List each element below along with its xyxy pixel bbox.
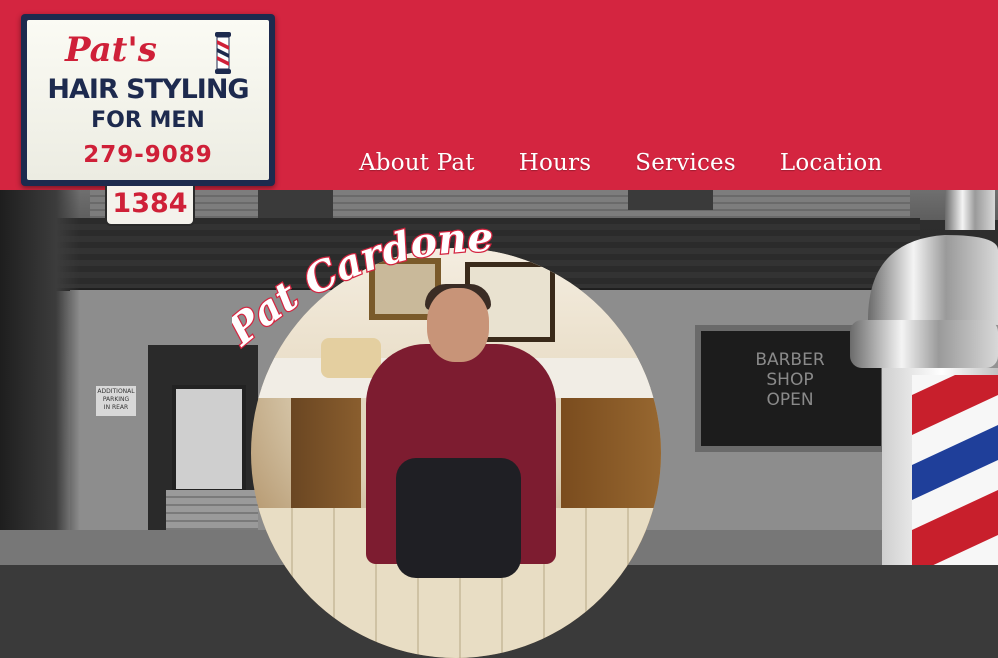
- sign-line-for-men: FOR MEN: [91, 108, 205, 133]
- parking-sign-line: IN REAR: [103, 404, 129, 411]
- parking-sign-line: ADDITIONAL: [97, 388, 135, 395]
- shop-window-text: BARBER SHOP OPEN: [730, 350, 850, 410]
- window-text-line: SHOP: [766, 370, 814, 390]
- person-pants: [396, 458, 521, 578]
- site-logo-sign[interactable]: Pat's HAIR STYLING FOR MEN 279-9089: [21, 14, 275, 186]
- upper-siding: [90, 190, 910, 218]
- upper-window: [628, 190, 713, 210]
- door-window: [172, 385, 246, 493]
- main-nav: About Pat Hours Services Location: [359, 150, 882, 176]
- parking-sign-line: PARKING: [102, 396, 130, 403]
- barber-pole-image: [850, 190, 998, 565]
- svg-text:Pat Cardone: Pat Cardone: [232, 222, 493, 355]
- upper-window: [258, 190, 333, 220]
- parking-sign: ADDITIONAL PARKING IN REAR: [96, 386, 136, 416]
- address-number-plate: 1384: [105, 186, 195, 226]
- nav-location[interactable]: Location: [780, 150, 883, 176]
- caption-text: Pat Cardone: [232, 222, 495, 356]
- window-text-line: BARBER: [755, 350, 825, 370]
- nav-services[interactable]: Services: [635, 150, 736, 176]
- portrait-caption: Pat Cardone: [232, 222, 495, 356]
- sign-phone-number: 279-9089: [83, 142, 213, 168]
- sign-script-name: Pat's: [65, 30, 157, 70]
- barber-pole-icon: [215, 32, 231, 74]
- trees: [0, 190, 80, 565]
- window-text-line: OPEN: [766, 390, 814, 410]
- nav-about-pat[interactable]: About Pat: [359, 150, 475, 176]
- sign-panel: Pat's HAIR STYLING FOR MEN 279-9089: [27, 20, 269, 180]
- nav-hours[interactable]: Hours: [519, 150, 592, 176]
- sign-line-hair-styling: HAIR STYLING: [47, 74, 249, 105]
